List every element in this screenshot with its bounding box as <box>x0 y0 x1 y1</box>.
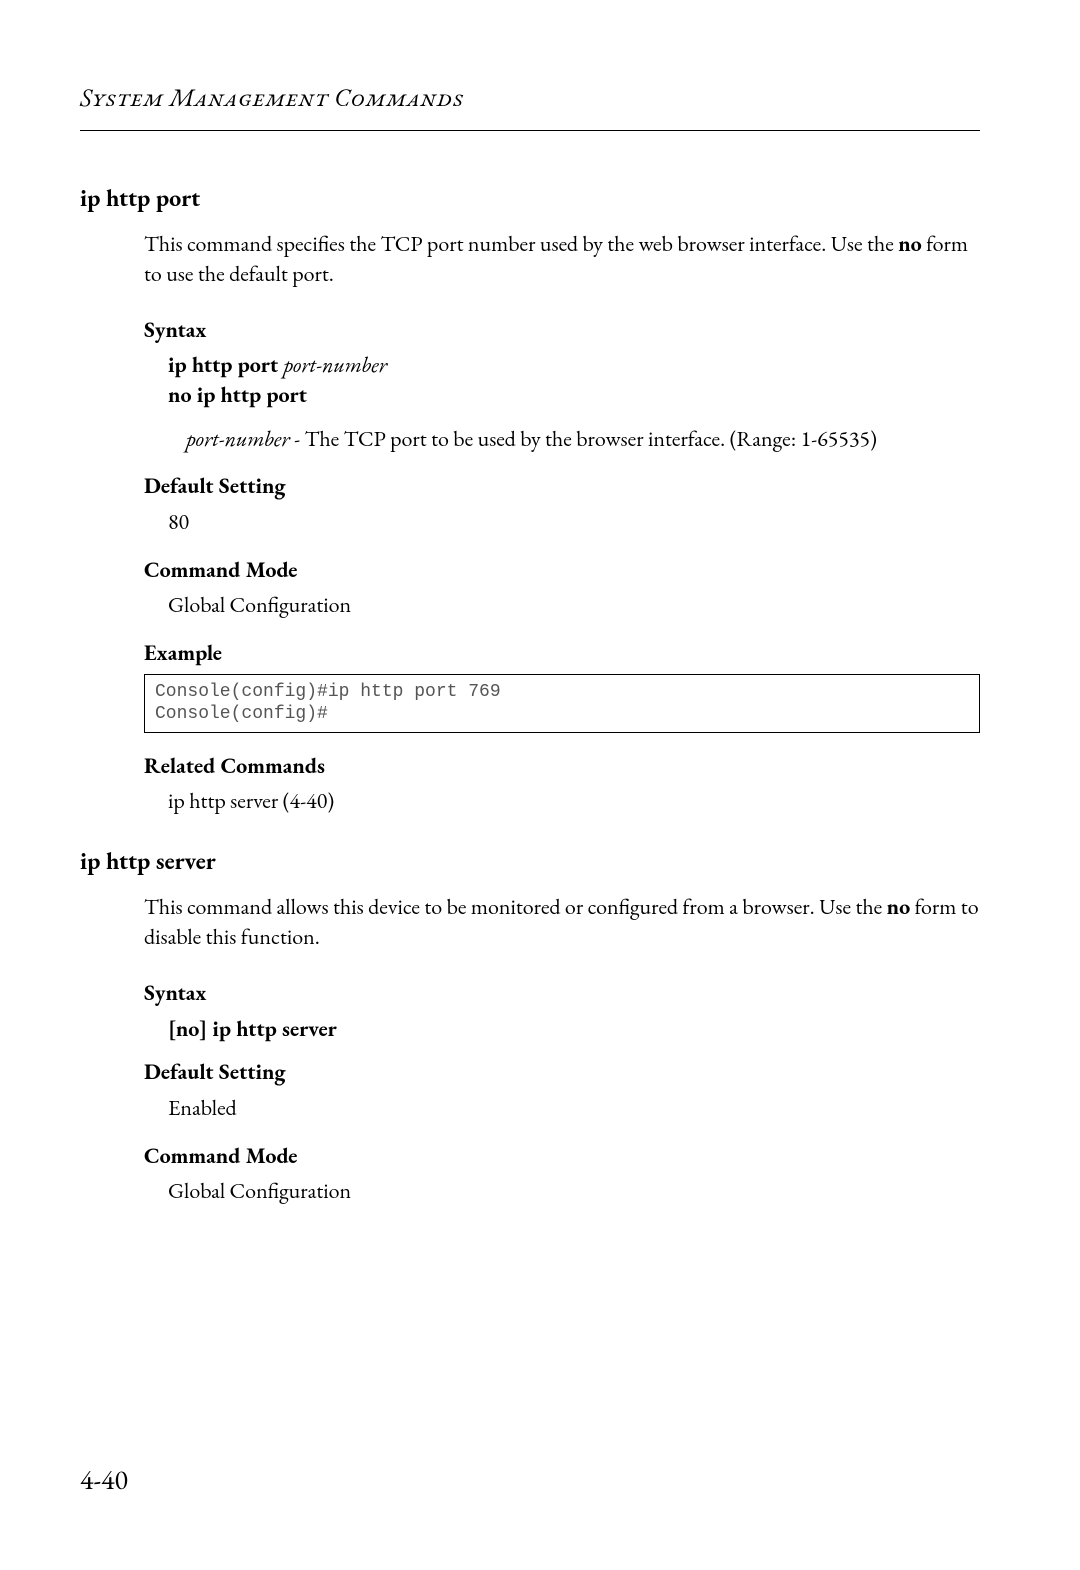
syntax-block: [no] ip http server <box>168 1014 980 1044</box>
default-value: 80 <box>168 507 980 537</box>
intro-paragraph: This command allows this device to be mo… <box>144 892 980 951</box>
mode-heading: Command Mode <box>144 1141 980 1171</box>
keyword-no: no <box>898 229 922 258</box>
text: This command specifies the TCP port numb… <box>144 229 898 258</box>
bracket: [ <box>168 1014 176 1043</box>
syntax-command: ip http port <box>168 350 283 379</box>
intro-paragraph: This command specifies the TCP port numb… <box>144 229 980 288</box>
keyword-no: no <box>887 892 911 921</box>
related-value: ip http server (4-40) <box>168 786 980 816</box>
param-description: port-number - The TCP port to be used by… <box>186 424 980 454</box>
syntax-heading: Syntax <box>144 978 980 1008</box>
syntax-line: [no] ip http server <box>168 1014 980 1044</box>
bracket: ] <box>199 1014 212 1043</box>
example-heading: Example <box>144 638 980 668</box>
default-heading: Default Setting <box>144 1057 980 1087</box>
related-heading: Related Commands <box>144 751 980 781</box>
mode-heading: Command Mode <box>144 555 980 585</box>
syntax-block: ip http port port-number no ip http port <box>168 350 980 409</box>
syntax-line: no ip http port <box>168 380 980 410</box>
text: - The TCP port to be used by the browser… <box>290 424 877 453</box>
mode-value: Global Configuration <box>168 1176 980 1206</box>
page-number: 4-40 <box>80 1462 128 1500</box>
section-ip-http-server: ip http server This command allows this … <box>80 846 980 1206</box>
param-name: port-number <box>186 424 290 453</box>
syntax-command: ip http server <box>212 1014 336 1043</box>
example-code-block: Console(config)#ip http port 769 Console… <box>144 674 980 733</box>
command-title-ip-http-server: ip http server <box>80 846 980 878</box>
keyword-no: no <box>176 1014 200 1043</box>
syntax-param: port-number <box>283 350 387 379</box>
default-value: Enabled <box>168 1093 980 1123</box>
command-title-ip-http-port: ip http port <box>80 183 980 215</box>
syntax-heading: Syntax <box>144 315 980 345</box>
text: This command allows this device to be mo… <box>144 892 887 921</box>
running-header: System Management Commands <box>80 82 980 131</box>
mode-value: Global Configuration <box>168 590 980 620</box>
default-heading: Default Setting <box>144 471 980 501</box>
page: System Management Commands ip http port … <box>0 0 1080 1570</box>
syntax-line: ip http port port-number <box>168 350 980 380</box>
